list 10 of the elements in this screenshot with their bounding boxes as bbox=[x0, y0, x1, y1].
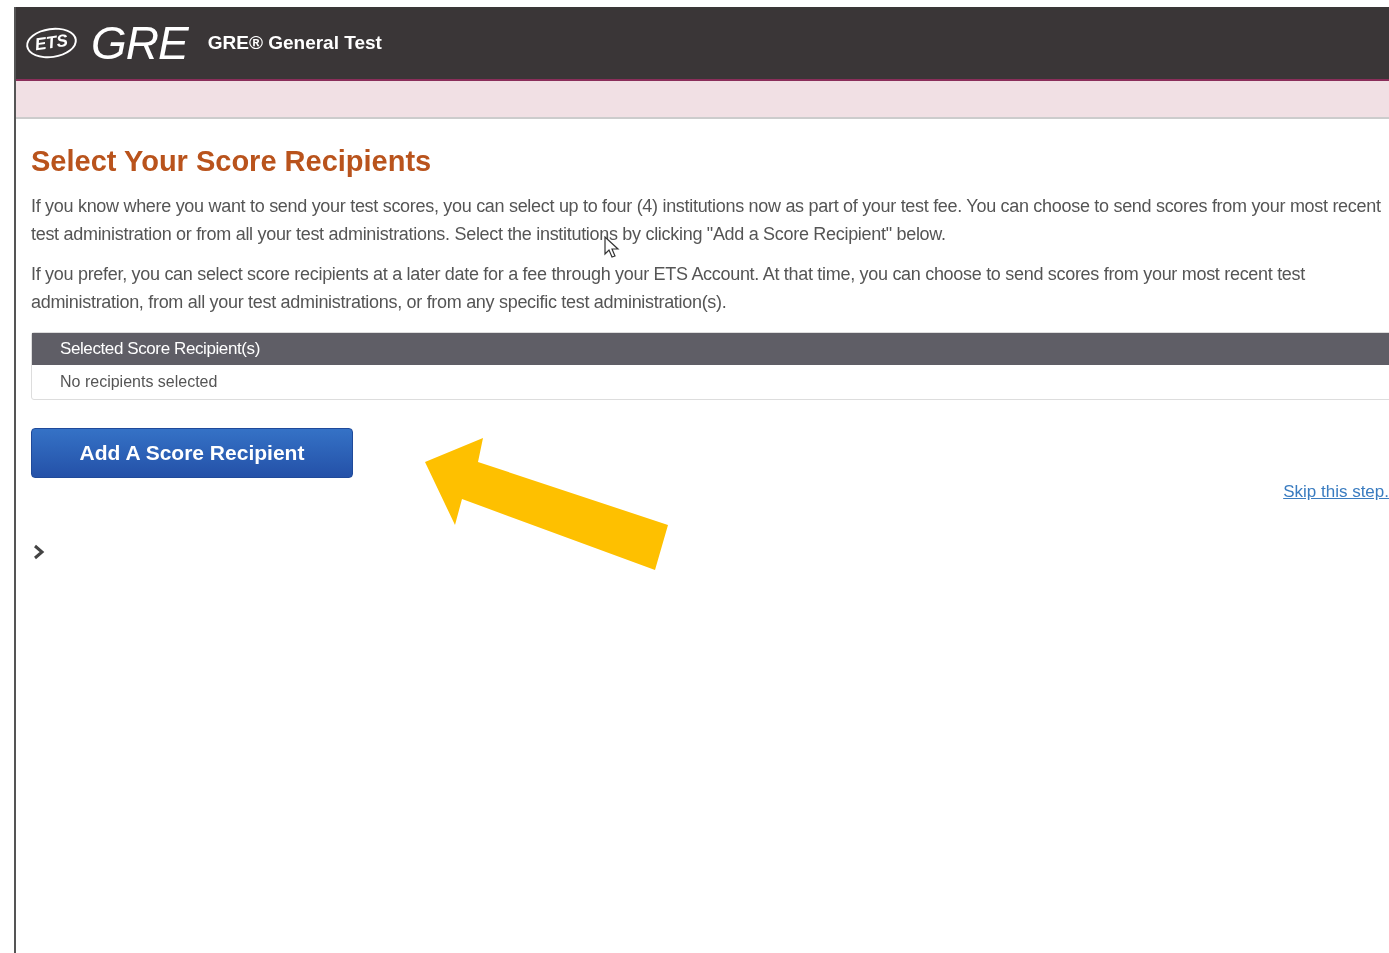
chevron-icon[interactable] bbox=[33, 544, 45, 560]
logo-word: GRE bbox=[91, 16, 188, 70]
site-title: GRE® General Test bbox=[207, 32, 382, 54]
table-header: Selected Score Recipient(s) bbox=[32, 333, 1389, 365]
skip-link[interactable]: Skip this step. bbox=[1283, 482, 1389, 502]
add-recipient-button[interactable]: Add A Score Recipient bbox=[31, 428, 353, 478]
table-cell-text: No recipients selected bbox=[59, 372, 219, 392]
intro-paragraph: If you know where you want to send your test scores, you can select up to four (4) institutions now as part of your test fee. You can choose to send scores from your most recent test administration or from all your test administrations. Select the institutions by clicking "Add a Score Recipient" below. bbox=[31, 195, 1381, 246]
intro-paragraph: If you prefer, you can select score recipients at a later date for a fee through your ETS Account. At that time, you can choose to send scores from your most recent test administration, from all your test administrations, or from any specific test administration(s). bbox=[31, 263, 1306, 314]
page-heading: Select Your Score Recipients bbox=[31, 145, 433, 178]
